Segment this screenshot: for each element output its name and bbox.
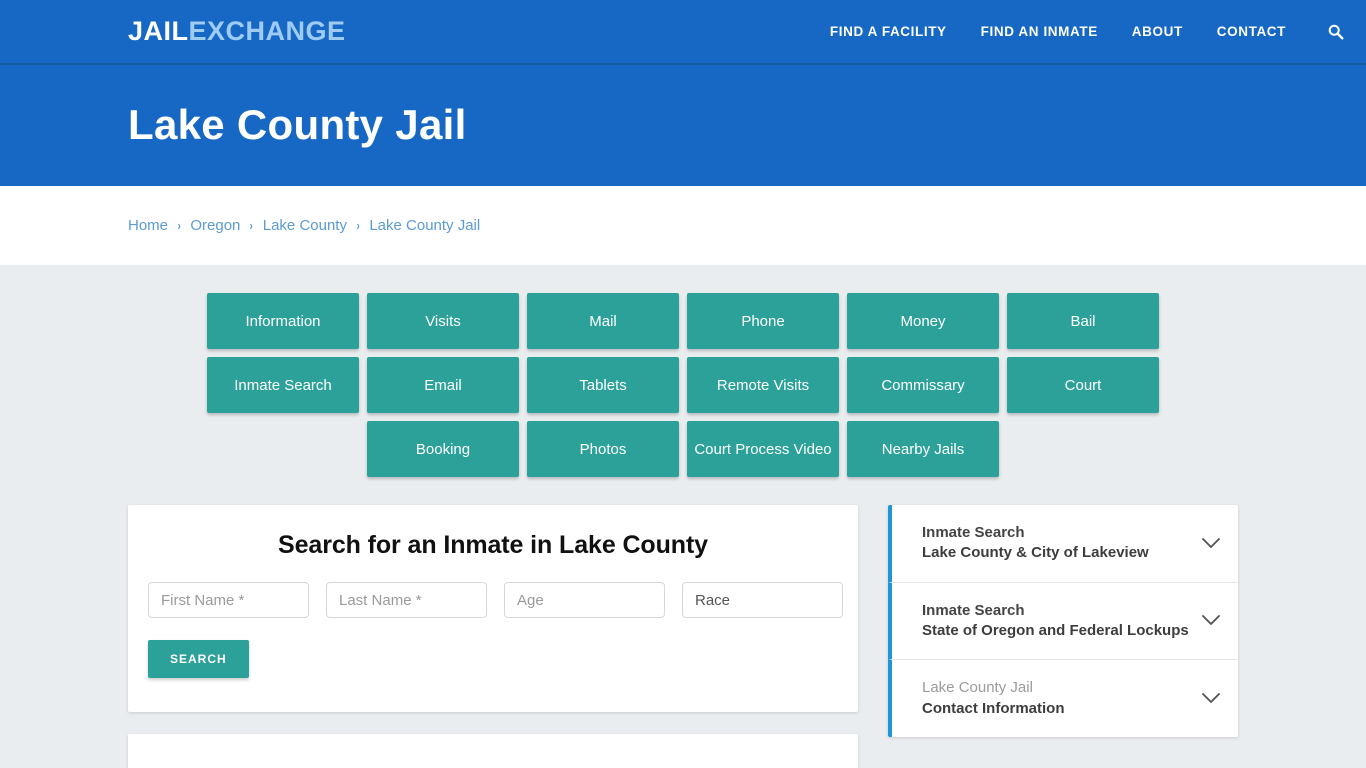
section-button-court[interactable]: Court (1007, 357, 1159, 413)
breadcrumb-item-home[interactable]: Home (128, 217, 168, 234)
primary-nav: FIND A FACILITY FIND AN INMATE ABOUT CON… (830, 21, 1346, 43)
logo-text-primary: JAIL (128, 16, 189, 46)
section-button-photos[interactable]: Photos (527, 421, 679, 477)
chevron-right-icon: › (249, 218, 254, 233)
logo-text-secondary: EXCHANGE (188, 16, 346, 46)
race-select[interactable]: Race (682, 582, 843, 618)
first-name-input[interactable] (148, 582, 309, 618)
section-button-inmate-search[interactable]: Inmate Search (207, 357, 359, 413)
chevron-down-icon[interactable] (1200, 688, 1222, 710)
accordion-item-line2: State of Oregon and Federal Lockups (922, 621, 1189, 639)
nav-item-find-an-inmate[interactable]: FIND AN INMATE (981, 24, 1098, 39)
accordion-item-line1: Inmate Search (922, 524, 1025, 541)
chevron-down-icon[interactable] (1200, 532, 1222, 554)
chevron-right-icon: › (177, 218, 181, 233)
accordion-item-contact-information[interactable]: Lake County Jail Contact Information (888, 660, 1238, 737)
accordion-item-text: Lake County Jail Contact Information (922, 678, 1190, 719)
jail-information-title: Lake County Jail Information (154, 764, 832, 768)
nav-item-contact[interactable]: CONTACT (1217, 24, 1286, 39)
section-button-email[interactable]: Email (367, 357, 519, 413)
site-header: JAILEXCHANGE FIND A FACILITY FIND AN INM… (0, 0, 1366, 65)
section-button-booking[interactable]: Booking (367, 421, 519, 477)
inmate-search-fields: Race (148, 582, 843, 618)
content-columns: Search for an Inmate in Lake County Race… (128, 505, 1238, 768)
chevron-right-icon: › (356, 218, 360, 233)
section-button-commissary[interactable]: Commissary (847, 357, 999, 413)
right-column: Inmate Search Lake County & City of Lake… (888, 505, 1238, 737)
facility-section-buttons: Information Visits Mail Phone Money Bail… (128, 293, 1238, 477)
accordion-item-line1: Lake County Jail (922, 679, 1033, 697)
accordion-item-line2: Lake County & City of Lakeview (922, 544, 1149, 562)
section-button-information[interactable]: Information (207, 293, 359, 349)
search-icon[interactable] (1324, 21, 1346, 43)
breadcrumb-item-lake-county[interactable]: Lake County (263, 217, 347, 234)
main-content: Information Visits Mail Phone Money Bail… (0, 265, 1366, 768)
accordion-item-inmate-search-state[interactable]: Inmate Search State of Oregon and Federa… (888, 582, 1238, 660)
breadcrumb: Home › Oregon › Lake County › Lake Count… (128, 217, 480, 234)
page-hero: Lake County Jail (0, 65, 1366, 186)
nav-item-find-a-facility[interactable]: FIND A FACILITY (830, 24, 947, 39)
search-submit-button[interactable]: SEARCH (148, 640, 249, 678)
breadcrumb-item-oregon[interactable]: Oregon (190, 217, 240, 234)
last-name-input[interactable] (326, 582, 487, 618)
accordion-item-line2: Contact Information (922, 699, 1065, 717)
section-button-visits[interactable]: Visits (367, 293, 519, 349)
section-button-court-process-video[interactable]: Court Process Video (687, 421, 839, 477)
chevron-down-icon[interactable] (1200, 610, 1222, 632)
breadcrumb-band: Home › Oregon › Lake County › Lake Count… (0, 186, 1366, 265)
site-logo[interactable]: JAILEXCHANGE (128, 18, 346, 45)
page-title: Lake County Jail (128, 101, 467, 149)
inmate-search-card: Search for an Inmate in Lake County Race… (128, 505, 858, 712)
accordion-item-inmate-search-county[interactable]: Inmate Search Lake County & City of Lake… (888, 505, 1238, 583)
nav-item-about[interactable]: ABOUT (1132, 24, 1183, 39)
section-button-remote-visits[interactable]: Remote Visits (687, 357, 839, 413)
accordion-item-line1: Inmate Search (922, 601, 1025, 619)
section-button-tablets[interactable]: Tablets (527, 357, 679, 413)
accordion-item-text: Inmate Search Lake County & City of Lake… (922, 523, 1190, 564)
age-input[interactable] (504, 582, 665, 618)
section-button-money[interactable]: Money (847, 293, 999, 349)
sidebar-accordion: Inmate Search Lake County & City of Lake… (888, 505, 1238, 737)
inmate-search-title: Search for an Inmate in Lake County (278, 531, 708, 559)
section-button-nearby-jails[interactable]: Nearby Jails (847, 421, 999, 477)
jail-information-card: Lake County Jail Information (128, 734, 858, 768)
section-button-phone[interactable]: Phone (687, 293, 839, 349)
section-button-bail[interactable]: Bail (1007, 293, 1159, 349)
accordion-item-text: Inmate Search State of Oregon and Federa… (922, 601, 1190, 642)
breadcrumb-item-lake-county-jail[interactable]: Lake County Jail (369, 217, 480, 234)
section-button-mail[interactable]: Mail (527, 293, 679, 349)
left-column: Search for an Inmate in Lake County Race… (128, 505, 858, 768)
